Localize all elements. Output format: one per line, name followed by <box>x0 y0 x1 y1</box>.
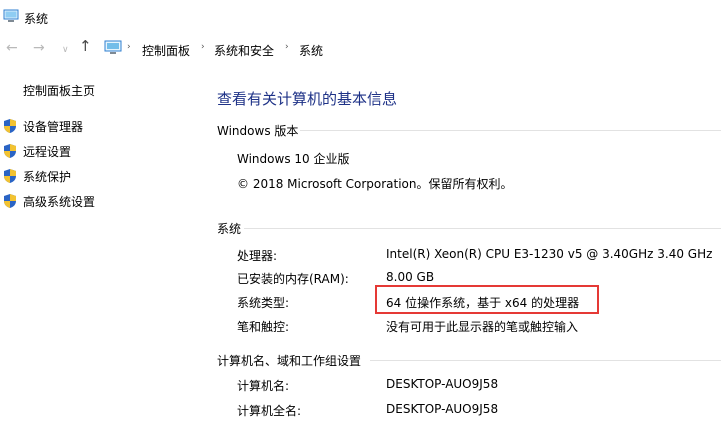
breadcrumb-separator: › <box>285 42 289 52</box>
window-title: 系统 <box>24 12 49 26</box>
pen-touch-value: 没有可用于此显示器的笔或触控输入 <box>386 320 579 334</box>
section-divider <box>300 130 721 131</box>
navigation-bar: ← → ∨ ↑ › 控制面板 › 系统和安全 › 系统 <box>0 34 721 62</box>
section-heading-windows-edition: Windows 版本 <box>217 124 299 138</box>
windows-edition-value: Windows 10 企业版 <box>237 152 350 166</box>
control-panel-home-link[interactable]: 控制面板主页 <box>23 82 95 99</box>
computer-icon <box>3 9 19 26</box>
section-divider <box>244 228 721 229</box>
highlight-box <box>375 285 599 314</box>
sidebar-item-label: 系统保护 <box>23 170 72 184</box>
forward-button[interactable]: → <box>33 41 45 55</box>
shield-icon <box>2 168 18 187</box>
breadcrumb-system-security[interactable]: 系统和安全 <box>214 42 274 59</box>
sidebar-item-remote-settings[interactable]: 远程设置 <box>0 141 200 161</box>
address-bar[interactable]: › 控制面板 › 系统和安全 › 系统 <box>100 37 721 59</box>
control-panel-icon <box>104 40 122 58</box>
sidebar-item-label: 设备管理器 <box>23 120 84 134</box>
ram-value: 8.00 GB <box>386 270 435 284</box>
recent-locations-button[interactable]: ∨ <box>62 43 69 57</box>
shield-icon <box>2 118 18 137</box>
full-computer-name-value: DESKTOP-AUO9J58 <box>386 402 499 416</box>
sidebar-item-device-manager[interactable]: 设备管理器 <box>0 116 200 136</box>
pen-touch-label: 笔和触控: <box>237 320 290 334</box>
ram-label: 已安装的内存(RAM): <box>237 272 349 286</box>
up-button[interactable]: ↑ <box>79 39 92 54</box>
sidebar-item-system-protection[interactable]: 系统保护 <box>0 166 200 186</box>
shield-icon <box>2 193 18 212</box>
page-title: 查看有关计算机的基本信息 <box>217 90 398 108</box>
breadcrumb-separator: › <box>127 42 131 52</box>
sidebar-item-advanced-settings[interactable]: 高级系统设置 <box>0 191 200 211</box>
computer-name-value: DESKTOP-AUO9J58 <box>386 377 499 391</box>
processor-label: 处理器: <box>237 249 278 263</box>
back-button[interactable]: ← <box>6 41 18 55</box>
breadcrumb-control-panel[interactable]: 控制面板 <box>142 42 190 59</box>
copyright-text: © 2018 Microsoft Corporation。保留所有权利。 <box>237 177 513 191</box>
sidebar: 控制面板主页 设备管理器 远程设置 系统保护 高级系统设置 <box>0 62 200 438</box>
sidebar-item-label: 高级系统设置 <box>23 195 96 209</box>
sidebar-item-label: 远程设置 <box>23 145 72 159</box>
main-content: 查看有关计算机的基本信息 Windows 版本 Windows 10 企业版 ©… <box>200 62 721 438</box>
title-bar: 系统 <box>0 0 721 34</box>
section-heading-system: 系统 <box>217 222 242 236</box>
shield-icon <box>2 143 18 162</box>
section-divider <box>370 360 721 361</box>
section-heading-computer-name: 计算机名、域和工作组设置 <box>217 354 362 368</box>
breadcrumb-separator: › <box>201 42 205 52</box>
breadcrumb-system[interactable]: 系统 <box>299 42 323 59</box>
processor-value: Intel(R) Xeon(R) CPU E3-1230 v5 @ 3.40GH… <box>386 247 713 261</box>
full-computer-name-label: 计算机全名: <box>237 404 302 418</box>
system-type-label: 系统类型: <box>237 296 290 310</box>
computer-name-label: 计算机名: <box>237 379 290 393</box>
